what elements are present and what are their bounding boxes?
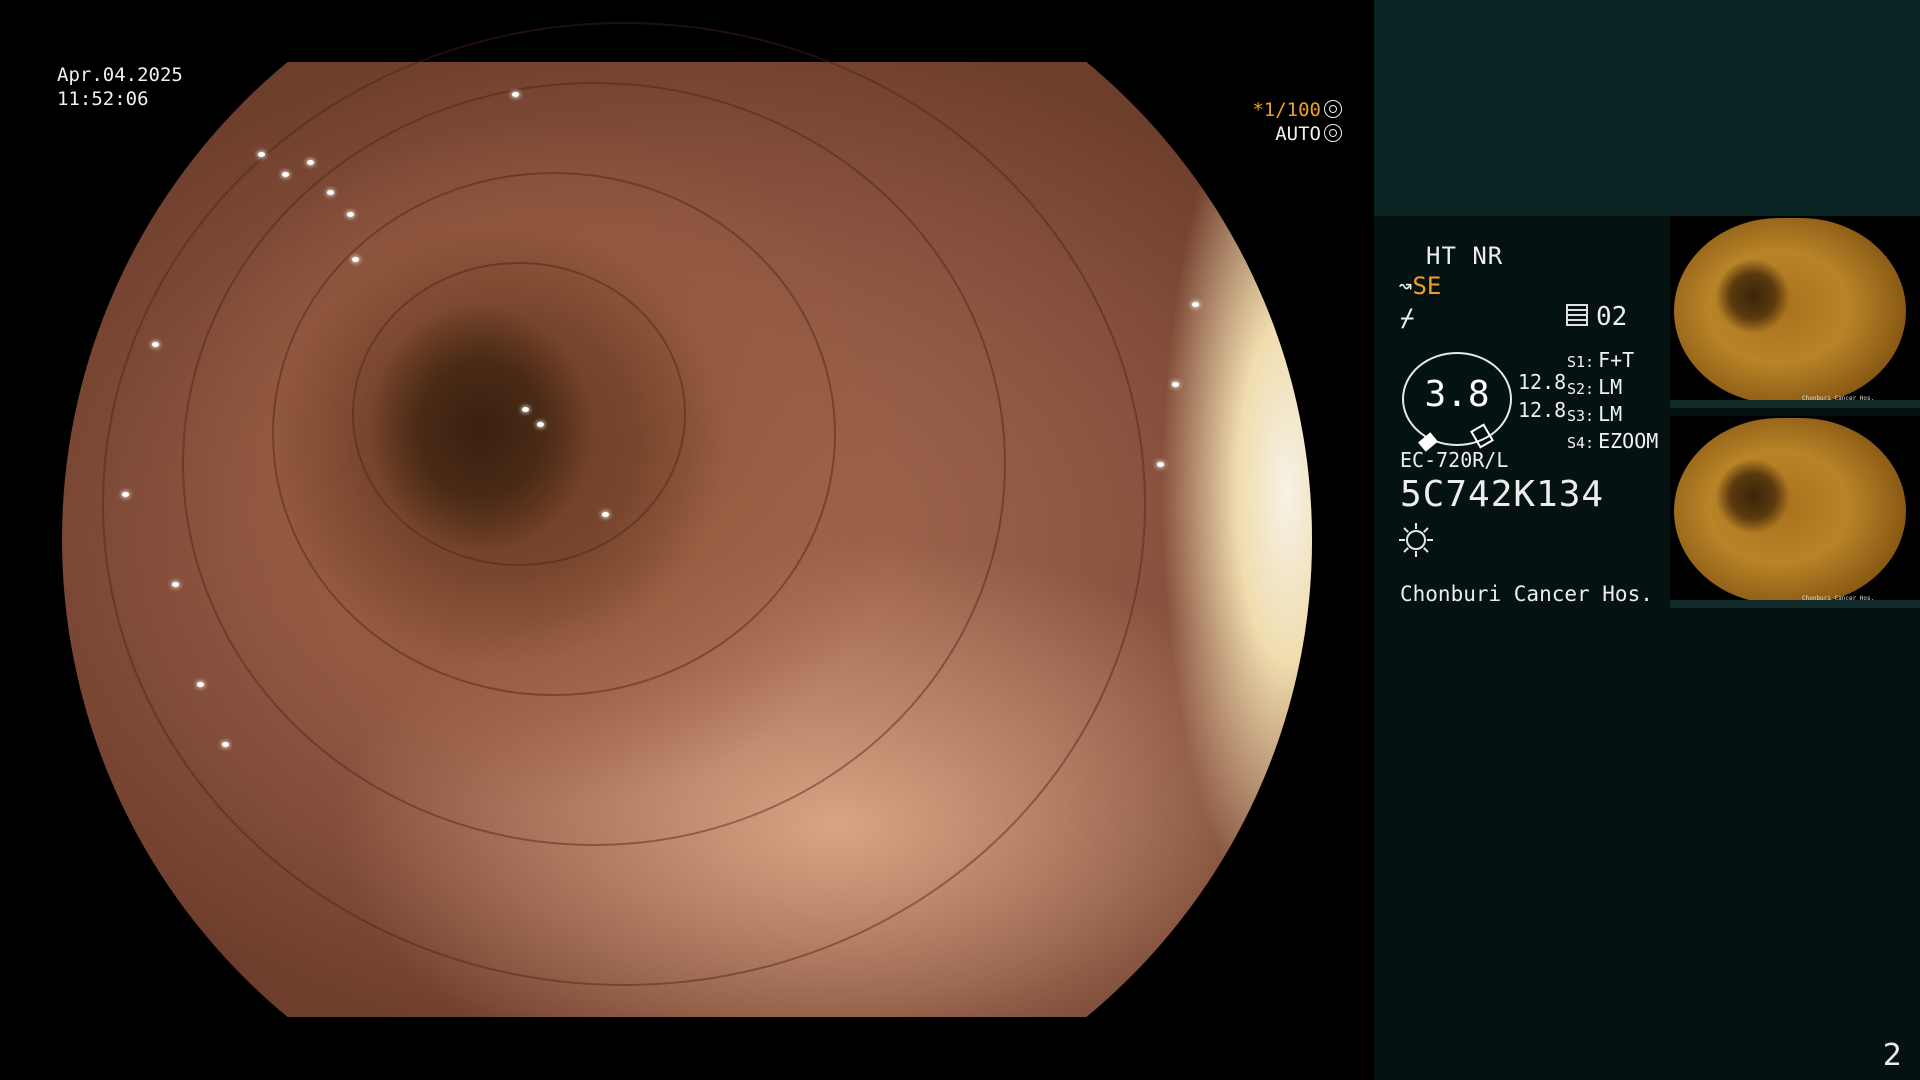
shutter-prefix: * (1252, 99, 1264, 121)
switch-slot: S3: LM (1567, 402, 1623, 426)
thumbnail-caption: Chonburi Cancer Hos. (1802, 595, 1875, 602)
light-reflection (1172, 382, 1179, 387)
switch-assignments: S1: F+T S2: LM S3: LM S4: EZOOM (1567, 348, 1658, 456)
page-number: 02 (1596, 302, 1628, 332)
light-reflection (347, 212, 354, 217)
shutter-value: 1/100 (1263, 99, 1321, 121)
exposure-overlay: *1/100 AUTO (1252, 98, 1342, 146)
light-reflection (152, 342, 159, 347)
hospital-name: Chonburi Cancer Hos. (1400, 582, 1653, 606)
thumbnail-image (1674, 418, 1906, 604)
light-reflection (197, 682, 204, 687)
thumbnail-caption: Chonburi Cancer Hos. (1802, 395, 1875, 402)
exposure-value-1: 12.8 (1518, 370, 1567, 394)
mucosal-fold (102, 22, 1146, 986)
date-text: Apr.04.2025 (57, 64, 183, 86)
light-reflection (1192, 302, 1199, 307)
captured-image-thumbnail[interactable]: Chonburi Cancer Hos. (1670, 416, 1920, 608)
page-indicator: 02 (1566, 302, 1627, 332)
page-icon (1566, 304, 1588, 326)
mode-indicator: HT NR (1426, 242, 1504, 270)
iris-icon (1324, 124, 1342, 142)
exposure-value-2: 12.8 (1518, 398, 1567, 422)
scope-model: EC-720R/L (1400, 448, 1509, 472)
endoscopic-image (62, 22, 1312, 1017)
light-reflection (537, 422, 544, 427)
light-reflection (327, 190, 334, 195)
iris-mode-text: AUTO (1275, 123, 1321, 145)
switch-slot: S1: F+T (1567, 348, 1635, 372)
switch-slot: S4: EZOOM (1567, 429, 1659, 453)
info-panel: HT NR ↝SE ⌿ 02 3.8 12.8 12.8 S1: F+T S2: L… (1374, 0, 1920, 1080)
light-reflection (522, 407, 529, 412)
light-source-icon (1399, 518, 1433, 557)
thumbnail-image (1674, 218, 1906, 404)
datetime-overlay: Apr.04.2025 11:52:06 (57, 63, 183, 111)
light-reflection (602, 512, 609, 517)
enhance-label: SE (1412, 272, 1442, 300)
light-reflection (352, 257, 359, 262)
dial-value: 3.8 (1424, 374, 1490, 415)
light-reflection (307, 160, 314, 165)
contrast-icon: ⌿ (1400, 304, 1415, 332)
light-reflection (172, 582, 179, 587)
light-reflection (258, 152, 265, 157)
zoom-dial: 3.8 (1402, 352, 1512, 452)
captured-image-thumbnail[interactable]: Chonburi Cancer Hos. (1670, 216, 1920, 408)
light-reflection (122, 492, 129, 497)
light-reflection (1157, 462, 1164, 467)
light-reflection (512, 92, 519, 97)
enhance-icon: ↝ (1398, 272, 1413, 300)
endoscope-view-area: Apr.04.2025 11:52:06 *1/100 AUTO (0, 0, 1374, 1080)
screen-index: 2 (1882, 1038, 1902, 1073)
light-reflection (282, 172, 289, 177)
time-text: 11:52:06 (57, 88, 149, 110)
scope-serial: 5C742K134 (1400, 474, 1605, 515)
thumbnail-caption-bar (1670, 600, 1920, 608)
switch-slot: S2: LM (1567, 375, 1623, 399)
light-reflection (222, 742, 229, 747)
dial-marker-icon (1470, 423, 1494, 449)
enhance-indicator: ↝SE (1398, 272, 1441, 300)
panel-header-area (1374, 0, 1920, 216)
thumbnail-caption-bar (1670, 400, 1920, 408)
shutter-icon (1324, 100, 1342, 118)
